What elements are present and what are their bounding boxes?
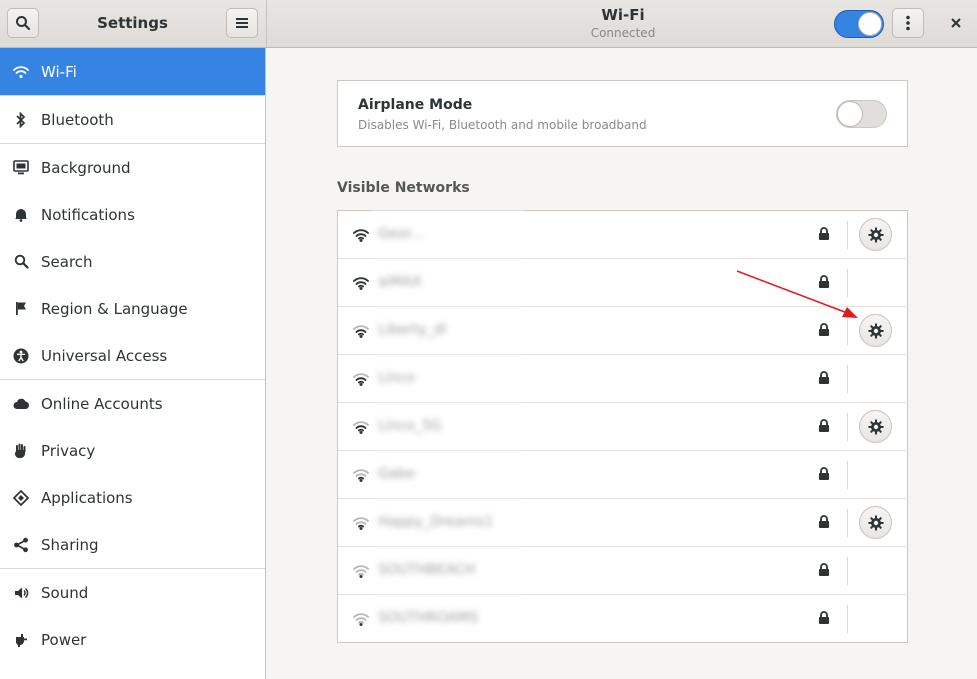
lock-icon [818,274,830,293]
airplane-mode-toggle-knob [837,101,863,127]
lock-icon [818,418,830,437]
row-separator [847,509,848,537]
wifi-signal-icon [353,419,369,438]
sidebar-item-label: Region & Language [41,299,188,318]
sidebar-item-notifications[interactable]: Notifications [0,191,265,238]
lock-icon [818,466,830,485]
vertical-dots-icon [906,15,910,31]
cloud-icon [12,395,30,413]
sidebar-item-search[interactable]: Search [0,238,265,285]
wifi-icon [12,63,30,81]
sidebar-item-label: Wi-Fi [41,62,77,81]
sidebar-item-sound[interactable]: Sound [0,569,265,616]
wifi-signal-icon [353,323,369,342]
gear-icon [868,515,883,530]
bluetooth-icon [12,111,30,129]
background-icon [12,159,30,177]
hand-icon [12,442,30,460]
wifi-signal-icon [353,515,369,534]
wifi-signal-icon [353,611,369,630]
search-button[interactable] [7,8,39,38]
lock-icon [818,610,830,629]
sidebar-item-label: Search [41,252,93,271]
wifi-signal-icon [353,563,369,582]
lock-icon [818,562,830,581]
row-separator [847,557,848,585]
header-bar: Settings Wi-Fi Connected [0,0,977,48]
wifi-signal-icon [353,371,369,390]
network-settings-button[interactable] [859,314,892,347]
search-icon [12,253,30,271]
sidebar-item-online-accounts[interactable]: Online Accounts [0,380,265,427]
sidebar-item-label: Background [41,158,131,177]
gear-icon [868,419,883,434]
airplane-mode-toggle[interactable] [836,100,887,128]
sidebar-item-label: Online Accounts [41,394,163,413]
row-separator [847,461,848,489]
lock-icon [818,514,830,533]
network-settings-button[interactable] [859,218,892,251]
flag-icon [12,300,30,318]
share-icon [12,536,30,554]
header-divider [266,0,267,47]
sidebar-item-label: Notifications [41,205,135,224]
sidebar-item-privacy[interactable]: Privacy [0,427,265,474]
wifi-signal-icon [353,227,369,246]
close-button[interactable] [940,8,972,38]
wifi-menu-button[interactable] [892,8,924,38]
sidebar-item-label: Power [41,630,87,649]
network-settings-button[interactable] [859,410,892,443]
sidebar-item-sharing[interactable]: Sharing [0,521,265,568]
airplane-mode-row[interactable]: Airplane Mode Disables Wi-Fi, Bluetooth … [337,80,908,147]
close-icon [951,18,961,28]
bell-icon [12,206,30,224]
sidebar-item-region-language[interactable]: Region & Language [0,285,265,332]
network-settings-button[interactable] [859,506,892,539]
sidebar-item-label: Privacy [41,441,96,460]
sidebar-item-background[interactable]: Background [0,144,265,191]
row-separator [847,365,848,393]
wifi-signal-icon [353,275,369,294]
row-separator [847,269,848,297]
accessibility-icon [12,347,30,365]
wifi-toggle[interactable] [834,10,884,38]
redaction-overlay [373,210,523,642]
panel-status: Connected [590,26,656,40]
gear-icon [868,227,883,242]
lock-icon [818,370,830,389]
lock-icon [818,322,830,341]
row-separator [847,317,848,345]
sidebar-item-label: Applications [41,488,133,507]
sidebar-item-label: Sound [41,583,89,602]
panel-title: Wi-Fi [601,6,645,24]
sidebar-item-label: Bluetooth [41,110,114,129]
power-icon [12,631,30,649]
row-separator [847,605,848,633]
gear-icon [868,323,883,338]
airplane-mode-title: Airplane Mode [358,97,473,113]
sidebar-item-wifi[interactable]: Wi-Fi [0,48,265,95]
wifi-signal-icon [353,467,369,486]
sidebar-item-power[interactable]: Power [0,616,265,663]
app-title: Settings [97,14,168,32]
row-separator [847,221,848,249]
applications-icon [12,489,30,507]
sidebar-item-applications[interactable]: Applications [0,474,265,521]
sidebar-item-bluetooth[interactable]: Bluetooth [0,96,265,143]
sidebar-item-label: Universal Access [41,346,168,365]
row-separator [847,413,848,441]
airplane-mode-description: Disables Wi-Fi, Bluetooth and mobile bro… [358,118,647,132]
wifi-toggle-knob [858,12,882,36]
visible-networks-heading: Visible Networks [337,180,470,196]
sidebar: Wi-Fi Bluetooth Background Notifications… [0,48,266,679]
lock-icon [818,226,830,245]
search-icon [16,16,31,31]
speaker-icon [12,584,30,602]
sidebar-item-universal-access[interactable]: Universal Access [0,332,265,379]
main-menu-button[interactable] [226,8,258,38]
hamburger-icon [236,18,248,28]
sidebar-item-label: Sharing [41,535,99,554]
